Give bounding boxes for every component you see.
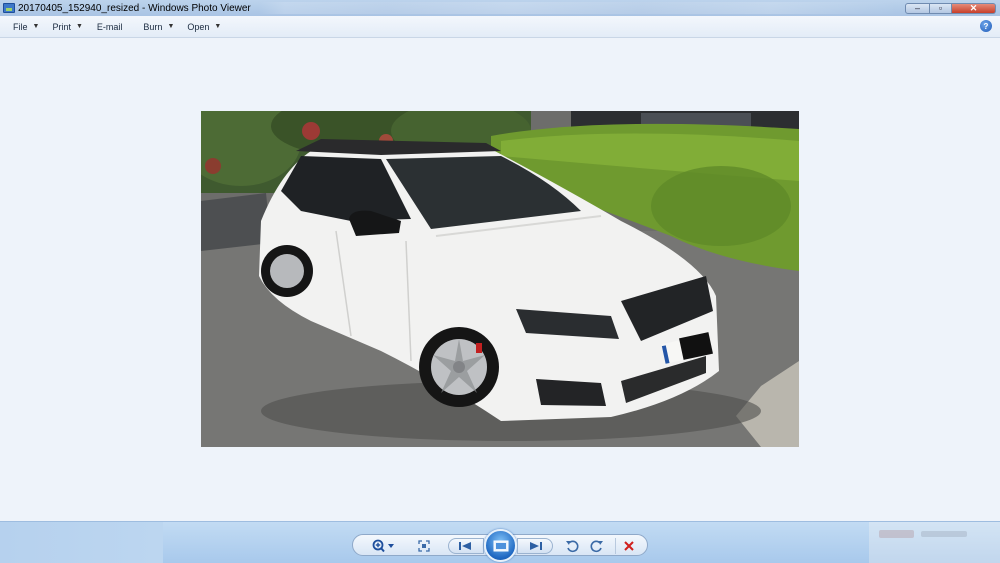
chevron-down-icon: ▼ (32, 23, 40, 30)
bottom-toolbar (0, 521, 1000, 563)
photo-viewer-app-icon[interactable] (3, 3, 15, 13)
next-icon[interactable] (517, 538, 553, 554)
menu-burn[interactable]: Burn ▼ (143, 22, 174, 32)
slideshow-icon[interactable] (484, 529, 517, 562)
menu-print[interactable]: Print ▼ (52, 22, 82, 32)
rotate-counterclockwise-icon[interactable] (564, 538, 580, 554)
window-title: 20170405_152940_resized - Windows Photo … (18, 2, 251, 14)
menu-email[interactable]: E-mail (97, 22, 123, 32)
close-button[interactable]: ✕ (952, 2, 996, 14)
maximize-button[interactable]: ▫ (930, 2, 952, 14)
blurred-price (879, 530, 914, 538)
title-bar: 20170405_152940_resized - Windows Photo … (0, 0, 1000, 16)
displayed-photo[interactable] (201, 111, 799, 447)
minimize-button[interactable]: – (905, 2, 930, 14)
chevron-down-icon: ▼ (214, 23, 222, 30)
blurred-text (921, 531, 967, 537)
menu-email-label: E-mail (96, 21, 123, 32)
chevron-down-icon: ▼ (75, 23, 83, 30)
zoom-icon[interactable] (371, 538, 397, 554)
menu-file[interactable]: File ▼ (13, 22, 39, 32)
blurred-background-tabs (258, 2, 897, 14)
menu-burn-label: Burn (143, 21, 163, 32)
help-button[interactable]: ? (980, 20, 992, 32)
menu-print-label: Print (52, 21, 71, 32)
navigation-controls (352, 529, 648, 562)
menu-file-label: File (13, 21, 28, 32)
photo-viewer-canvas (0, 38, 1000, 521)
actual-size-icon[interactable] (416, 538, 432, 554)
menu-open-label: Open (187, 21, 210, 32)
car-photo-illustration (201, 111, 799, 447)
chevron-down-icon: ▼ (167, 23, 175, 30)
previous-icon[interactable] (448, 538, 484, 554)
toolbar-left-panel (0, 522, 163, 563)
menu-open[interactable]: Open ▼ (187, 22, 221, 32)
blurred-taskbar-area (869, 522, 1000, 563)
delete-icon[interactable] (621, 538, 637, 554)
toolbar-separator (615, 538, 616, 554)
rotate-clockwise-icon[interactable] (589, 538, 605, 554)
menu-bar: File ▼ Print ▼ E-mail Burn ▼ Open ▼ ? (0, 16, 1000, 38)
